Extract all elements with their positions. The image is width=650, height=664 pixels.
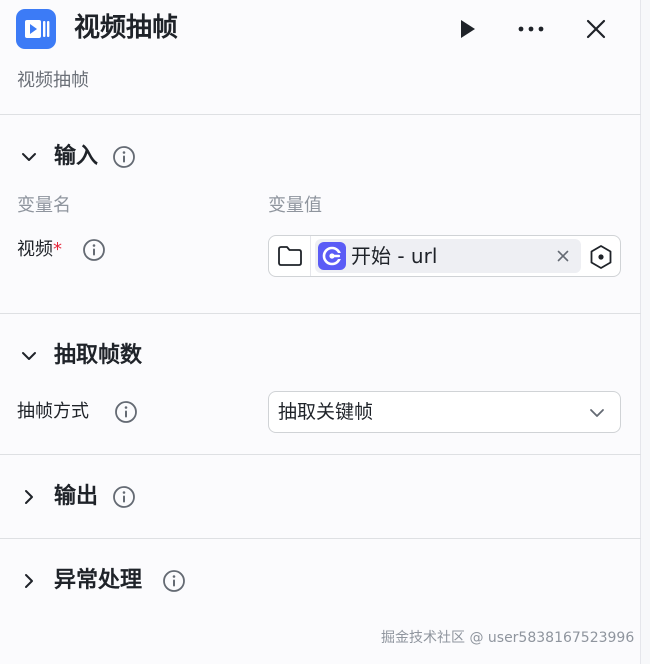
column-header-name: 变量名 bbox=[17, 195, 71, 216]
chevron-down-icon bbox=[22, 153, 36, 161]
node-config-panel: 视频抽帧 视频抽帧 输入 变量名 变量值 视频* 开始 - url 抽取帧数 抽… bbox=[0, 0, 641, 664]
info-icon[interactable] bbox=[82, 238, 106, 262]
field-label-text: 视频 bbox=[17, 239, 53, 260]
node-description: 视频抽帧 bbox=[17, 70, 89, 91]
watermark: 掘金技术社区 @ user5838167523996 bbox=[381, 630, 635, 646]
required-mark: * bbox=[53, 239, 62, 260]
section-title: 输入 bbox=[54, 144, 99, 169]
variable-reference-tag[interactable]: 开始 - url bbox=[315, 239, 581, 273]
video-icon bbox=[16, 9, 56, 49]
extract-mode-label: 抽帧方式 bbox=[17, 401, 89, 422]
frame-extraction-section: 抽取帧数 bbox=[0, 314, 641, 455]
output-section-header[interactable]: 输出 bbox=[0, 455, 641, 509]
section-title: 抽取帧数 bbox=[54, 343, 143, 368]
info-icon[interactable] bbox=[112, 485, 136, 509]
panel-header: 视频抽帧 视频抽帧 bbox=[0, 0, 641, 115]
extract-mode-select[interactable]: 抽取关键帧 bbox=[268, 391, 621, 433]
select-value: 抽取关键帧 bbox=[278, 401, 374, 423]
info-icon[interactable] bbox=[114, 400, 138, 424]
chevron-down-icon bbox=[590, 409, 604, 417]
file-picker-button[interactable] bbox=[269, 236, 311, 276]
chevron-right-icon bbox=[25, 574, 33, 588]
more-icon bbox=[518, 26, 544, 32]
column-header-value: 变量值 bbox=[268, 195, 322, 216]
error-handling-section: 异常处理 bbox=[0, 539, 641, 623]
info-icon[interactable] bbox=[162, 569, 186, 593]
error-section-header[interactable]: 异常处理 bbox=[0, 539, 641, 593]
play-icon bbox=[461, 20, 475, 38]
chevron-right-icon bbox=[25, 490, 33, 504]
output-section: 输出 bbox=[0, 455, 641, 539]
folder-icon bbox=[277, 246, 302, 266]
more-button[interactable] bbox=[514, 12, 548, 46]
page-title: 视频抽帧 bbox=[74, 13, 179, 43]
close-icon bbox=[557, 250, 569, 262]
video-field-label: 视频* bbox=[17, 237, 62, 263]
video-variable-input[interactable]: 开始 - url bbox=[268, 235, 621, 277]
close-icon bbox=[586, 19, 606, 39]
run-button[interactable] bbox=[450, 12, 484, 46]
info-icon[interactable] bbox=[112, 145, 136, 169]
section-title: 输出 bbox=[54, 484, 99, 509]
section-title: 异常处理 bbox=[54, 568, 143, 593]
frame-section-header[interactable]: 抽取帧数 bbox=[0, 314, 641, 368]
remove-variable-button[interactable] bbox=[551, 244, 575, 268]
close-button[interactable] bbox=[579, 12, 613, 46]
variable-reference-text: 开始 - url bbox=[351, 244, 438, 268]
start-node-icon bbox=[318, 242, 346, 270]
variable-settings-icon[interactable] bbox=[588, 244, 614, 270]
chevron-down-icon bbox=[22, 352, 36, 360]
input-section-header[interactable]: 输入 bbox=[0, 115, 641, 169]
